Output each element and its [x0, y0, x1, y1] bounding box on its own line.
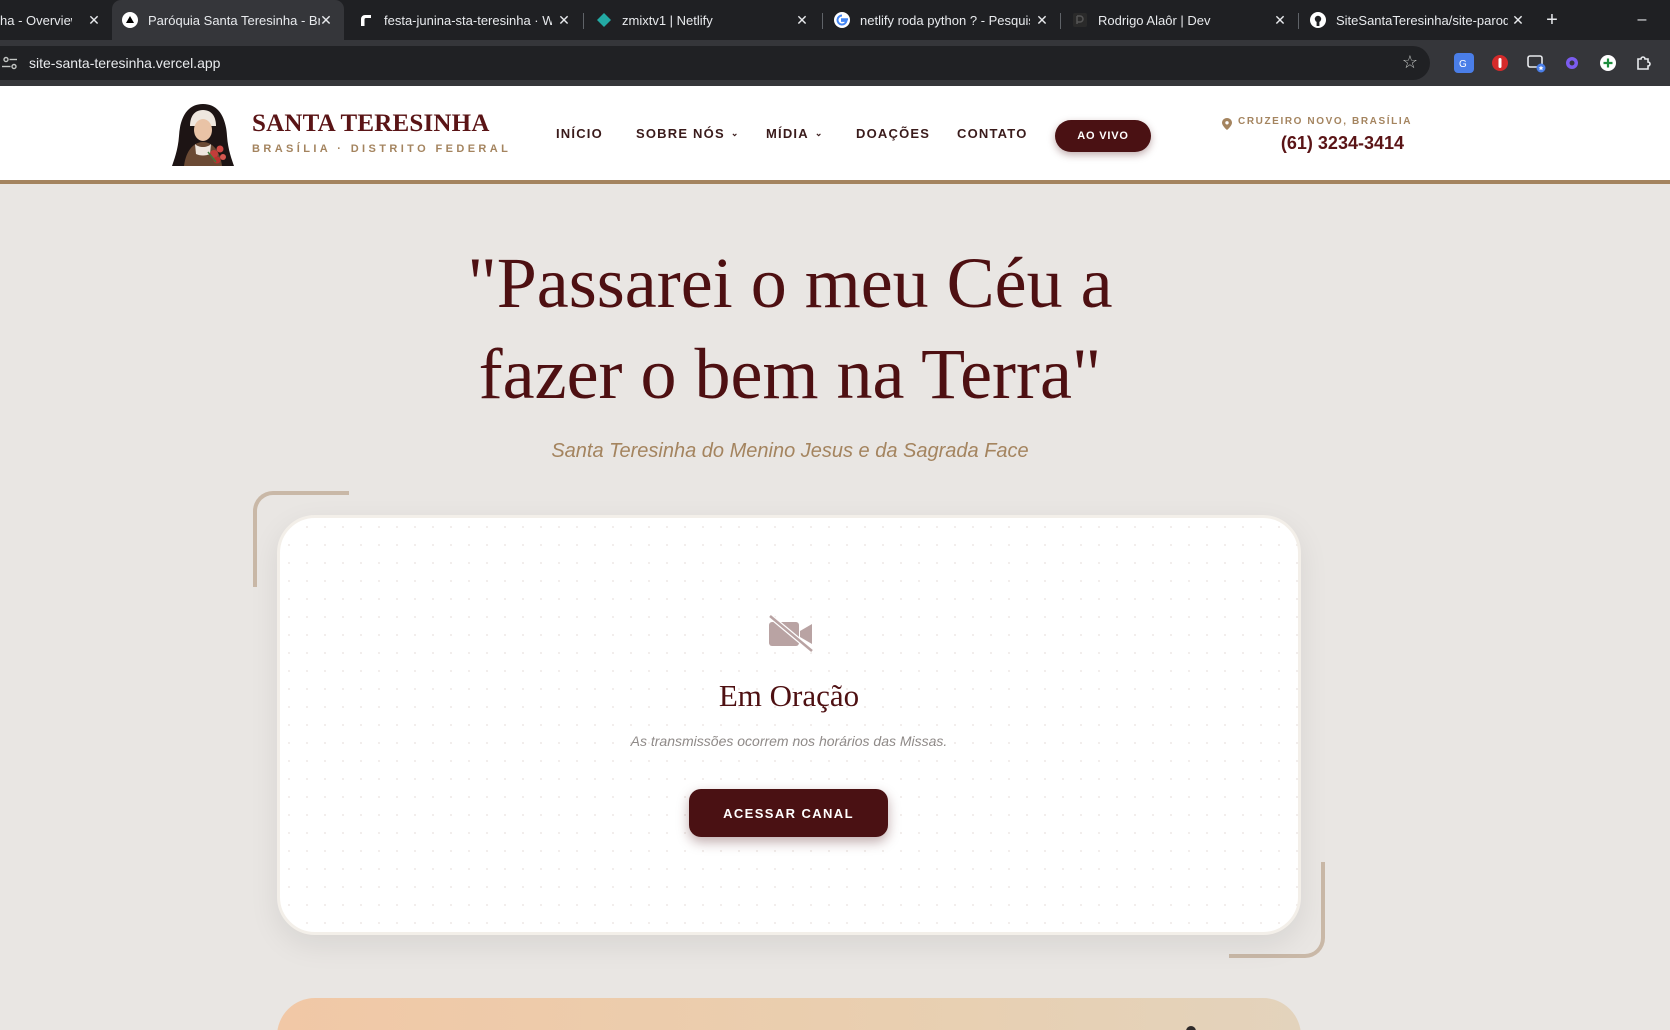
tab-title: SiteSantaTeresinha/site-paroqu: [1336, 12, 1508, 28]
gear-extension-icon[interactable]: [1562, 53, 1582, 73]
nav-label: CONTATO: [957, 126, 1028, 141]
tab-separator: [583, 13, 584, 29]
santa-teresinha-portrait-logo[interactable]: [170, 102, 236, 166]
close-tab-icon[interactable]: ✕: [1270, 10, 1290, 30]
tab-title: Rodrigo Alaôr | Dev: [1098, 12, 1211, 28]
site-header: SANTA TERESINHA BRASÍLIA · DISTRITO FEDE…: [0, 86, 1670, 184]
nav-doacoes[interactable]: DOAÇÕES: [856, 126, 930, 141]
render-icon: [358, 12, 374, 28]
close-tab-icon[interactable]: ✕: [792, 10, 812, 30]
card-note: As transmissões ocorrem nos horários das…: [630, 733, 948, 749]
browser-tab[interactable]: SiteSantaTeresinha/site-paroqu ✕: [1304, 0, 1536, 40]
browser-tab[interactable]: zmixtv1 | Netlify ✕: [588, 0, 820, 40]
github-icon: [1310, 12, 1326, 28]
card-title: Em Oração: [718, 678, 860, 713]
browser-tab[interactable]: netlify roda python ? - Pesquisa ✕: [828, 0, 1060, 40]
new-tab-button[interactable]: +: [1540, 8, 1564, 32]
site-brand-subtitle: BRASÍLIA · DISTRITO FEDERAL: [252, 143, 512, 155]
close-tab-icon[interactable]: ✕: [316, 10, 336, 30]
video-off-icon: [768, 614, 814, 653]
hero-quote: "Passarei o meu Céu a fazer o bem na Ter…: [380, 238, 1200, 420]
browser-toolbar: site-santa-teresinha.vercel.app ☆ G: [0, 40, 1670, 86]
next-section-image-fragment: [1186, 1026, 1196, 1030]
nav-label: MÍDIA: [766, 126, 809, 141]
ao-vivo-button[interactable]: AO VIVO: [1055, 120, 1151, 152]
location-text: CRUZEIRO NOVO, BRASÍLIA: [1238, 116, 1413, 127]
tab-separator: [1060, 13, 1061, 29]
vercel-icon: [122, 12, 138, 28]
hero-quote-line: "Passarei o meu Céu a: [467, 243, 1113, 323]
browser-tab[interactable]: ha - Overview ✕: [0, 0, 112, 40]
chevron-down-icon: ⌄: [814, 128, 824, 138]
browser-tab-active[interactable]: Paróquia Santa Teresinha - Bras ✕: [112, 0, 344, 40]
nav-midia[interactable]: MÍDIA ⌄: [766, 126, 824, 141]
netlify-icon: [596, 12, 612, 28]
close-tab-icon[interactable]: ✕: [1508, 10, 1528, 30]
address-bar[interactable]: site-santa-teresinha.vercel.app ☆: [0, 46, 1430, 80]
close-tab-icon[interactable]: ✕: [554, 10, 574, 30]
tab-title: netlify roda python ? - Pesquisa: [860, 12, 1030, 28]
nav-label: INÍCIO: [556, 126, 603, 141]
tab-separator: [822, 13, 823, 29]
minimize-window-button[interactable]: –: [1630, 8, 1654, 32]
nav-inicio[interactable]: INÍCIO: [556, 126, 603, 141]
acessar-canal-button[interactable]: ACESSAR CANAL: [689, 789, 888, 837]
hero-subtitle: Santa Teresinha do Menino Jesus e da Sag…: [551, 440, 1029, 462]
url-text[interactable]: site-santa-teresinha.vercel.app: [29, 55, 220, 71]
dev-logo-icon: [1072, 12, 1088, 28]
browser-tab[interactable]: festa-junina-sta-teresinha · We ✕: [350, 0, 582, 40]
tab-separator: [1298, 13, 1299, 29]
translate-extension-icon[interactable]: G: [1454, 53, 1474, 73]
add-extension-icon[interactable]: [1598, 53, 1618, 73]
red-extension-icon[interactable]: [1490, 53, 1510, 73]
tab-title: festa-junina-sta-teresinha · We: [384, 12, 552, 28]
nav-label: DOAÇÕES: [856, 126, 931, 141]
picture-in-picture-extension-icon[interactable]: [1526, 53, 1546, 73]
extensions-puzzle-icon[interactable]: [1634, 53, 1654, 73]
close-tab-icon[interactable]: ✕: [1032, 10, 1052, 30]
next-section-card: [277, 998, 1301, 1030]
close-tab-icon[interactable]: ✕: [84, 10, 104, 30]
live-stream-card: Em Oração As transmissões ocorrem nos ho…: [277, 515, 1301, 935]
chevron-down-icon: ⌄: [730, 128, 740, 138]
svg-text:G: G: [1459, 59, 1467, 70]
hero-quote-line: fazer o bem na Terra": [478, 334, 1102, 414]
location-pin-icon: [1222, 118, 1232, 130]
bookmark-star-icon[interactable]: ☆: [1402, 52, 1418, 73]
site-info-icon[interactable]: [2, 55, 18, 71]
tab-title: zmixtv1 | Netlify: [622, 12, 713, 28]
nav-label: SOBRE NÓS: [636, 126, 725, 141]
site-brand-title[interactable]: SANTA TERESINHA: [252, 110, 490, 138]
google-icon: [834, 12, 850, 28]
nav-sobre-nos[interactable]: SOBRE NÓS ⌄: [636, 126, 740, 141]
browser-tab[interactable]: Rodrigo Alaôr | Dev ✕: [1066, 0, 1298, 40]
nav-contato[interactable]: CONTATO: [957, 126, 1028, 141]
phone-number[interactable]: (61) 3234-3414: [1281, 133, 1404, 154]
tab-title: ha - Overview: [0, 12, 72, 28]
browser-tab-bar: ha - Overview ✕ Paróquia Santa Teresinha…: [0, 0, 1670, 40]
tab-title: Paróquia Santa Teresinha - Bras: [148, 12, 320, 28]
